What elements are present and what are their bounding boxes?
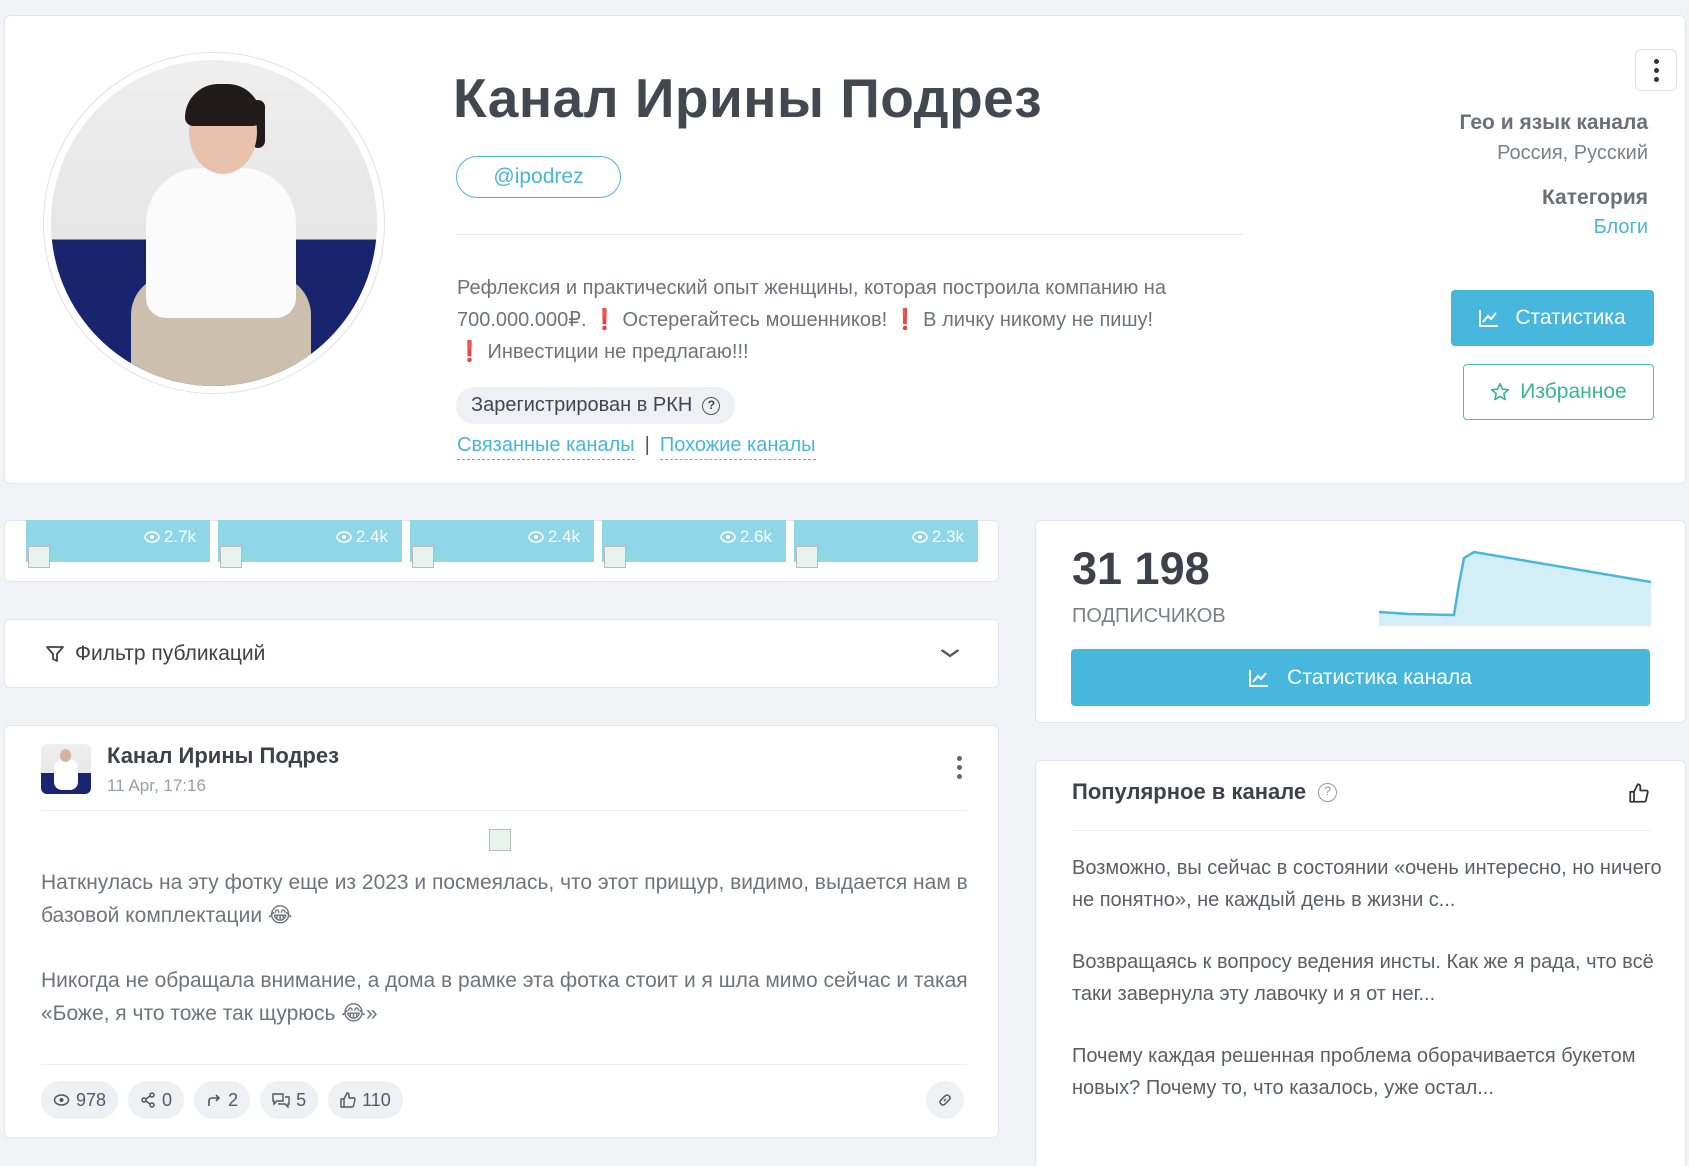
exclamation-icon: ❗: [892, 309, 918, 331]
post-thumbnail[interactable]: 2.6k: [602, 520, 786, 568]
post-thumbnail[interactable]: 2.4k: [218, 520, 402, 568]
channel-title: Канал Ирины Подрез: [453, 67, 1043, 129]
post-more-icon[interactable]: [957, 756, 962, 779]
thumbs-up-icon: [340, 1092, 356, 1108]
broken-image-icon: [604, 546, 626, 568]
channel-description: Рефлексия и практический опыт женщины, к…: [457, 277, 1166, 363]
chart-icon: [1479, 310, 1499, 327]
related-channels-link[interactable]: Связанные каналы: [457, 434, 635, 460]
comments-icon: [272, 1093, 290, 1108]
post-text: Наткнулась на эту фотку еще из 2023 и по…: [41, 866, 971, 1062]
star-icon: [1491, 382, 1510, 401]
copy-link-button[interactable]: [926, 1081, 964, 1119]
statistics-button[interactable]: Статистика: [1451, 290, 1654, 346]
shares-stat[interactable]: 0: [128, 1081, 185, 1119]
channel-avatar: [43, 52, 385, 394]
chart-icon: [1249, 669, 1269, 687]
divider: [41, 810, 967, 811]
rkn-label: Зарегистрирован в РКН: [471, 394, 693, 416]
subscribers-count: 31 198: [1072, 543, 1210, 594]
divider: [41, 1064, 967, 1065]
filter-label: Фильтр публикаций: [75, 642, 266, 665]
post-thumbnail[interactable]: 2.3k: [794, 520, 978, 568]
post-thumbnail[interactable]: 2.7k: [26, 520, 210, 568]
link-icon: [939, 1094, 951, 1106]
subscribers-sparkline: [1379, 550, 1651, 626]
popular-title: Популярное в канале: [1072, 779, 1307, 804]
divider: [457, 234, 1243, 235]
post-thumbnail[interactable]: 2.4k: [410, 520, 594, 568]
channel-links: Связанные каналы | Похожие каналы: [457, 434, 816, 460]
popular-item[interactable]: Возвращаясь к вопросу ведения инсты. Как…: [1072, 946, 1662, 1010]
category-link[interactable]: Блоги: [1594, 216, 1648, 239]
popular-posts-card: Популярное в канале ? Возможно, вы сейча…: [1035, 760, 1686, 1166]
eye-icon: [144, 531, 160, 543]
geo-label: Гео и язык канала: [1459, 111, 1648, 134]
popular-item[interactable]: Возможно, вы сейчас в состоянии «очень и…: [1072, 852, 1662, 916]
recent-posts-strip: 2.7k 2.4k 2.4k 2.6k 2.3k: [4, 520, 999, 582]
post-paragraph: Наткнулась на эту фотку еще из 2023 и по…: [41, 871, 968, 927]
favorite-button[interactable]: Избранное: [1463, 364, 1654, 420]
channel-statistics-button[interactable]: Статистика канала: [1071, 649, 1650, 706]
subscribers-card: 31 198 ПОДПИСЧИКОВ Статистика канала: [1035, 520, 1686, 723]
category-label: Категория: [1541, 186, 1648, 209]
exclamation-icon: ❗: [457, 341, 482, 363]
chevron-down-icon[interactable]: [939, 648, 961, 658]
popular-item[interactable]: Почему каждая решенная проблема оборачив…: [1072, 1040, 1662, 1104]
views-stat[interactable]: 978: [41, 1081, 119, 1119]
post-stats: 978 0 2 5 110: [41, 1081, 403, 1119]
geo-value: Россия, Русский: [1497, 142, 1648, 164]
broken-image-icon: [412, 546, 434, 568]
likes-stat[interactable]: 110: [328, 1081, 403, 1119]
broken-image-icon: [28, 546, 50, 568]
eye-icon: [720, 531, 736, 543]
post-date: 11 Apr, 17:16: [107, 776, 206, 795]
help-icon[interactable]: ?: [1318, 782, 1338, 802]
avatar-photo: [51, 60, 377, 386]
eye-icon: [336, 531, 352, 543]
divider: [1072, 830, 1650, 831]
comments-stat[interactable]: 5: [260, 1081, 319, 1119]
rkn-badge[interactable]: Зарегистрирован в РКН ?: [456, 387, 736, 424]
more-options-button[interactable]: [1635, 49, 1677, 91]
thumbs-up-icon[interactable]: [1629, 783, 1649, 803]
forwards-stat[interactable]: 2: [194, 1081, 251, 1119]
filter-icon: [46, 646, 64, 662]
post-author-avatar[interactable]: [41, 744, 91, 794]
forward-icon: [208, 1094, 221, 1106]
broken-image-icon: [489, 829, 511, 851]
broken-image-icon: [796, 546, 818, 568]
publication-filter[interactable]: Фильтр публикаций: [4, 619, 999, 688]
post-paragraph: Никогда не обращала внимание, а дома в р…: [41, 969, 968, 1025]
help-icon[interactable]: ?: [702, 396, 721, 415]
eye-icon: [912, 531, 928, 543]
eye-icon: [528, 531, 544, 543]
post-author[interactable]: Канал Ирины Подрез: [107, 743, 339, 769]
eye-icon: [53, 1094, 70, 1106]
channel-header-card: Канал Ирины Подрез @ipodrez Рефлексия и …: [4, 15, 1686, 484]
broken-image-icon: [220, 546, 242, 568]
share-icon: [141, 1092, 155, 1108]
exclamation-icon: ❗: [592, 309, 617, 331]
similar-channels-link[interactable]: Похожие каналы: [659, 434, 816, 460]
channel-handle[interactable]: @ipodrez: [456, 156, 621, 198]
link-separator: |: [644, 434, 650, 456]
post-card: Канал Ирины Подрез 11 Apr, 17:16 Наткнул…: [4, 725, 999, 1138]
subscribers-label: ПОДПИСЧИКОВ: [1072, 605, 1226, 627]
